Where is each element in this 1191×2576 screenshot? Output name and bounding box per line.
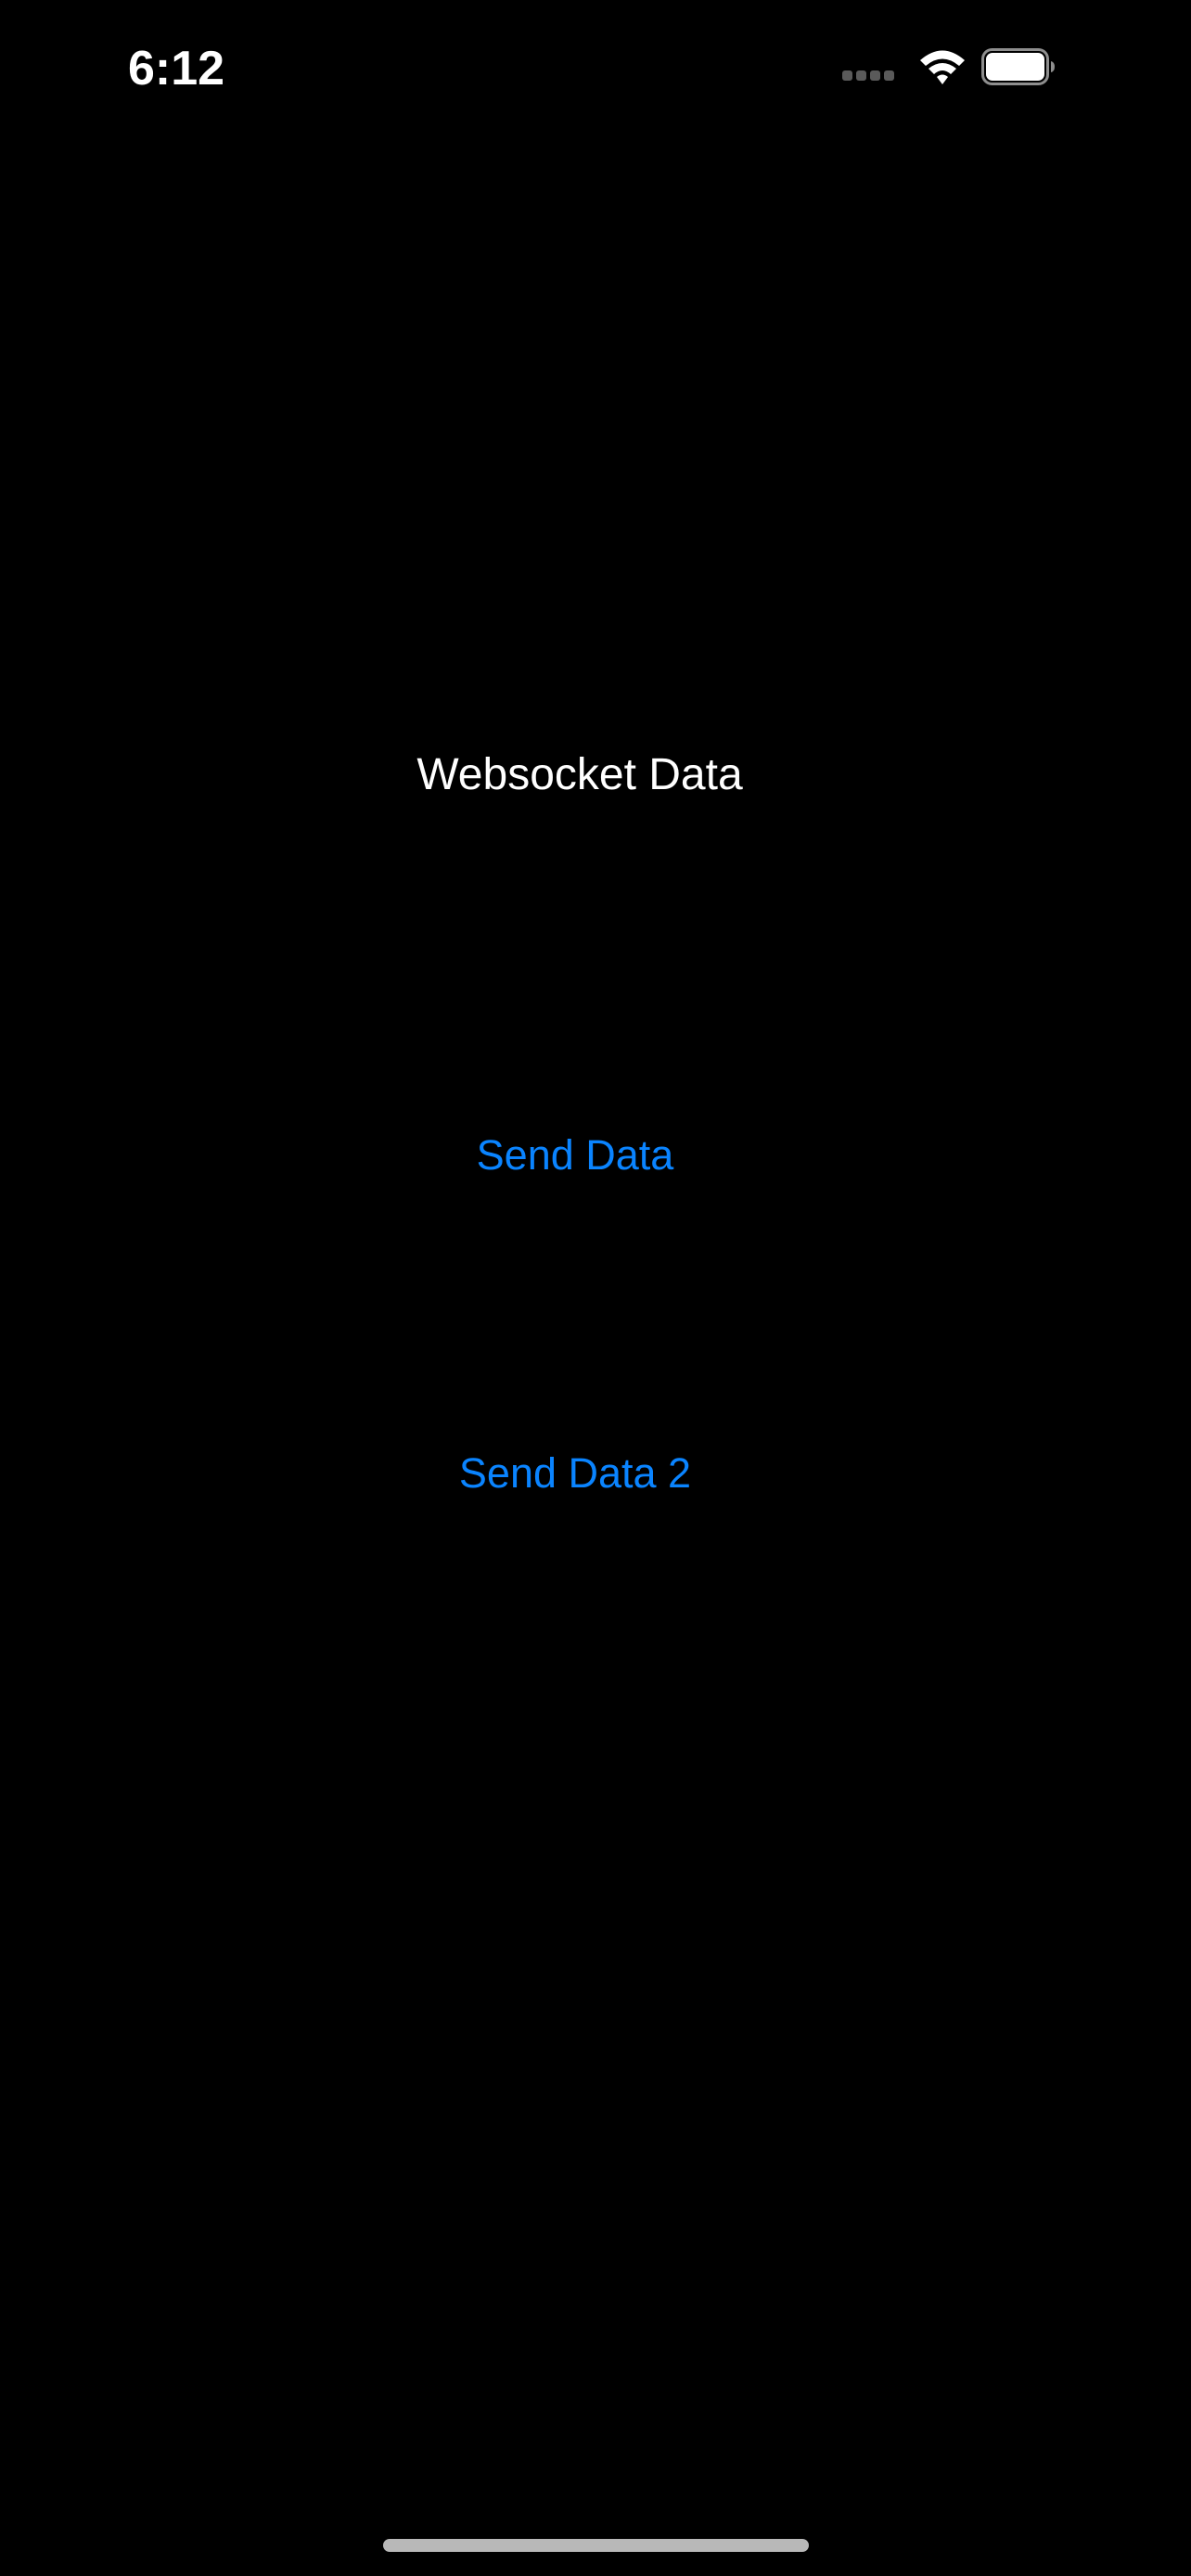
battery-icon	[981, 48, 1055, 85]
send-data-button[interactable]: Send Data	[0, 1122, 1150, 1189]
status-time: 6:12	[128, 42, 225, 96]
status-bar: 6:12	[0, 0, 1191, 139]
send-data-2-button[interactable]: Send Data 2	[0, 1440, 1150, 1507]
home-indicator[interactable]	[383, 2539, 809, 2552]
page-title: Websocket Data	[416, 750, 743, 799]
wifi-icon	[920, 50, 965, 84]
status-icons	[842, 45, 1121, 93]
signal-icon	[842, 70, 898, 82]
